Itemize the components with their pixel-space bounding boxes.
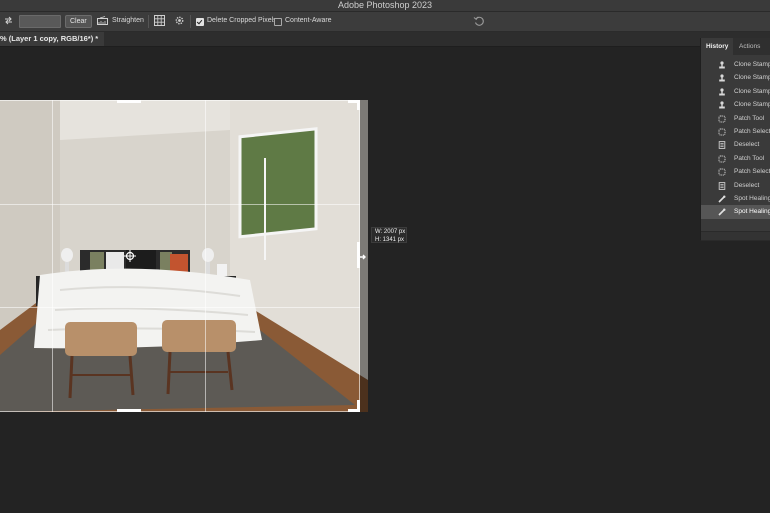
history-item[interactable]: Clone Stamp	[701, 71, 770, 84]
toolbar-divider	[148, 15, 149, 28]
history-item-label: Clone Stamp	[734, 74, 770, 82]
spot-healing-icon	[718, 195, 726, 203]
history-panel: History Actions Clone Stamp Clone Stamp Cl…	[700, 38, 770, 241]
crop-frame	[0, 100, 360, 412]
crop-center-icon	[124, 250, 136, 262]
patch-tool-icon	[718, 128, 726, 136]
history-item-label: Clone Stamp	[734, 61, 770, 68]
history-item-label: Clone Stamp	[734, 101, 770, 109]
straighten-icon[interactable]	[97, 16, 108, 26]
history-item[interactable]: Spot Healing Brush	[701, 205, 770, 219]
ratio-input[interactable]	[19, 15, 61, 28]
history-item[interactable]: Clone Stamp	[701, 85, 770, 98]
toolbar-divider	[190, 15, 191, 28]
history-item-label: Clone Stamp	[734, 87, 770, 95]
spot-healing-icon	[718, 208, 726, 216]
history-item-label: Patch Tool	[734, 154, 765, 162]
history-item-label: Deselect	[734, 181, 760, 189]
history-item[interactable]: Patch Tool	[701, 112, 770, 125]
tooltip-width: W: 2007 px	[375, 229, 406, 235]
clone-stamp-icon	[718, 61, 726, 69]
history-item[interactable]: Deselect	[701, 138, 770, 151]
title-bar: Adobe Photoshop 2023	[0, 0, 770, 12]
crop-handle-top-right[interactable]	[348, 100, 360, 103]
history-list: Clone Stamp Clone Stamp Clone Stamp Clone S…	[701, 58, 770, 219]
delete-cropped-pixels-checkbox[interactable]	[196, 18, 204, 26]
content-aware-checkbox[interactable]	[274, 18, 282, 26]
swap-icon[interactable]	[3, 15, 14, 26]
delete-cropped-pixels-label: Delete Cropped Pixels	[207, 17, 277, 24]
crop-handle-top[interactable]	[117, 100, 141, 103]
canvas-image[interactable]	[0, 100, 368, 412]
history-item[interactable]: Deselect	[701, 179, 770, 192]
content-aware-label: Content-Aware	[285, 17, 332, 24]
clone-stamp-icon	[718, 74, 726, 82]
overlay-grid-icon[interactable]	[154, 15, 165, 26]
panel-footer	[701, 231, 770, 240]
document-icon	[718, 181, 726, 190]
history-item[interactable]: Patch Selection	[701, 125, 770, 138]
patch-tool-icon	[718, 155, 726, 163]
reset-icon[interactable]	[473, 15, 485, 27]
panel-tabs: History Actions	[701, 38, 770, 55]
resize-cursor-icon	[358, 251, 366, 263]
history-item-label: Patch Selection	[734, 127, 770, 135]
history-item[interactable]: Clone Stamp	[701, 58, 770, 71]
history-item[interactable]: Patch Selection	[701, 165, 770, 178]
history-item[interactable]: Spot Healing Brush	[701, 192, 770, 205]
patch-tool-icon	[718, 115, 726, 123]
history-item-label: Spot Healing Brush	[734, 194, 770, 202]
crop-handle-bottom-right[interactable]	[348, 409, 360, 412]
document-tab[interactable]: % (Layer 1 copy, RGB/16*) *	[0, 32, 105, 46]
history-item-label: Patch Tool	[734, 114, 765, 122]
history-item[interactable]: Clone Stamp	[701, 98, 770, 111]
tab-history[interactable]: History	[701, 38, 734, 55]
tab-actions[interactable]: Actions	[734, 38, 765, 55]
window-title: Adobe Photoshop 2023	[337, 0, 433, 10]
clone-stamp-icon	[718, 88, 726, 96]
history-item-label: Spot Healing Brush	[734, 208, 770, 216]
document-icon	[718, 141, 726, 150]
patch-tool-icon	[718, 168, 726, 176]
tooltip-height: H: 1341 px	[375, 237, 405, 243]
options-bar: Clear Straighten Delete Cropped Pixels C…	[0, 12, 770, 32]
history-item-label: Deselect	[734, 141, 760, 149]
clear-button[interactable]: Clear	[65, 15, 92, 28]
document-tab-bar: % (Layer 1 copy, RGB/16*) *	[0, 32, 770, 47]
gear-icon[interactable]	[174, 15, 185, 26]
crop-size-tooltip: W: 2007 px H: 1341 px	[371, 227, 407, 243]
crop-handle-bottom[interactable]	[117, 409, 141, 412]
straighten-button[interactable]: Straighten	[112, 16, 144, 26]
history-item-label: Patch Selection	[734, 168, 770, 176]
clone-stamp-icon	[718, 101, 726, 109]
history-item[interactable]: Patch Tool	[701, 152, 770, 165]
